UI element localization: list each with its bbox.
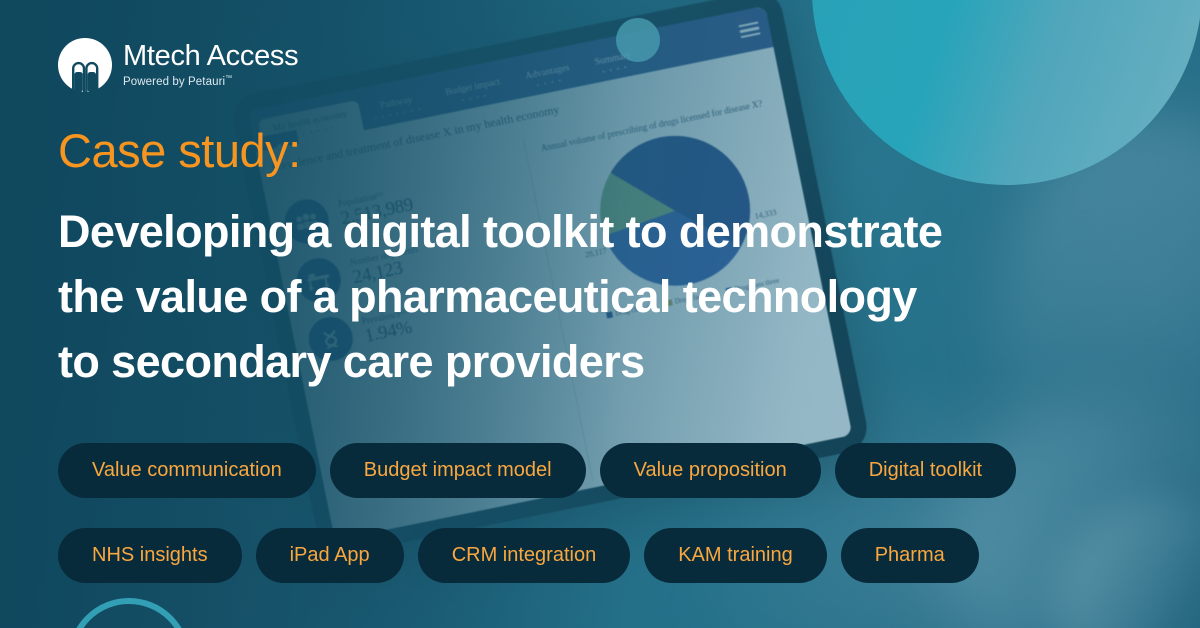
brand-tagline-text: Powered by Petauri xyxy=(123,75,226,88)
tag-ipad-app[interactable]: iPad App xyxy=(255,528,404,583)
tag-row-one: Value communication Budget impact model … xyxy=(58,443,1158,498)
tag-row-two: NHS insights iPad App CRM integration KA… xyxy=(58,528,1158,583)
tag-kam-training[interactable]: KAM training xyxy=(644,528,827,583)
tag-value-proposition[interactable]: Value proposition xyxy=(599,443,821,498)
tag-list: Value communication Budget impact model … xyxy=(58,443,1158,613)
tag-nhs-insights[interactable]: NHS insights xyxy=(58,528,242,583)
brand-logo-text: Mtech Access Powered by Petauri™ xyxy=(123,39,299,88)
foreground-content: Mtech Access Powered by Petauri™ Case st… xyxy=(0,0,1200,628)
tag-value-communication[interactable]: Value communication xyxy=(58,443,316,498)
headline-line: the value of a pharmaceutical technology xyxy=(58,270,917,322)
trademark-symbol: ™ xyxy=(225,74,233,82)
case-study-banner: My health economy • • • • • • • Pathway … xyxy=(0,0,1200,628)
tag-pharma[interactable]: Pharma xyxy=(840,528,979,583)
headline-line: Developing a digital toolkit to demonstr… xyxy=(58,206,943,257)
tag-digital-toolkit[interactable]: Digital toolkit xyxy=(834,443,1017,498)
page-title: Developing a digital toolkit to demonstr… xyxy=(58,200,1138,394)
tag-crm-integration[interactable]: CRM integration xyxy=(417,528,631,583)
tag-budget-impact-model[interactable]: Budget impact model xyxy=(329,443,586,498)
brand-tagline: Powered by Petauri™ xyxy=(123,75,298,88)
mtech-circle-m-logo-icon xyxy=(58,38,112,92)
brand-logo[interactable]: Mtech Access Powered by Petauri™ xyxy=(58,38,299,92)
headline-line: to secondary care providers xyxy=(58,335,645,387)
case-study-eyebrow: Case study: xyxy=(58,124,301,177)
brand-name: Mtech Access xyxy=(123,39,299,72)
